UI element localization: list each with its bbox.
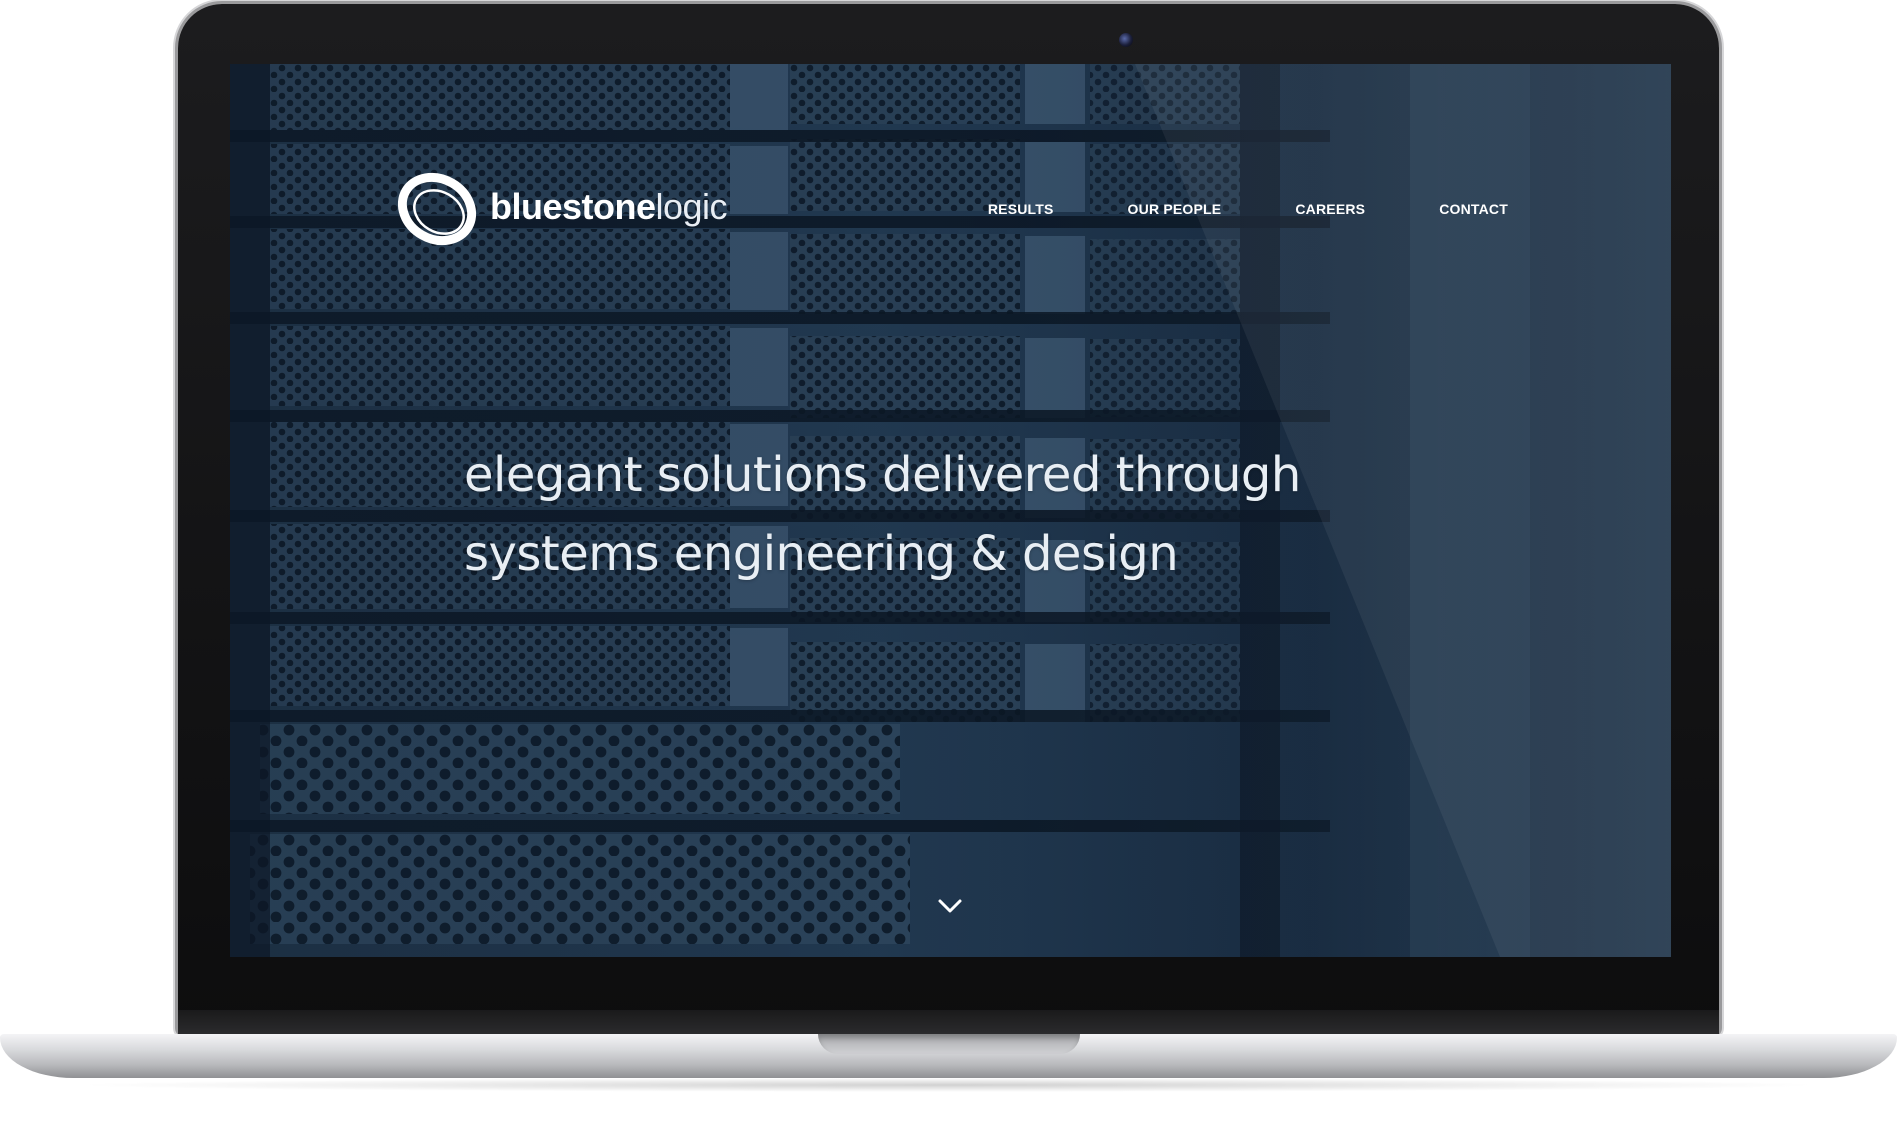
site-logo[interactable]: bluestonelogic [392,162,728,252]
laptop-hinge [178,1010,1719,1034]
chevron-down-icon[interactable] [935,894,965,918]
logo-word-bold: bluestone [490,186,656,227]
nav-careers[interactable]: CAREERS [1295,201,1365,217]
screen: bluestonelogic RESULTS OUR PEOPLE CAREER… [230,64,1671,957]
laptop-shadow [70,1078,1827,1092]
logo-word-light: logic [655,186,728,227]
hero-headline: elegant solutions delivered through syst… [464,436,1301,594]
nav-our-people[interactable]: OUR PEOPLE [1128,201,1222,217]
hero-line-2: systems engineering & design [464,526,1179,582]
ring-logo-icon [397,172,477,246]
logo-text: bluestonelogic [490,186,728,228]
main-nav: RESULTS OUR PEOPLE CAREERS CONTACT [988,201,1508,217]
nav-results[interactable]: RESULTS [988,201,1054,217]
hero-line-1: elegant solutions delivered through [464,447,1301,503]
laptop-notch [818,1034,1080,1054]
nav-contact[interactable]: CONTACT [1439,201,1508,217]
camera-icon [1119,33,1133,47]
